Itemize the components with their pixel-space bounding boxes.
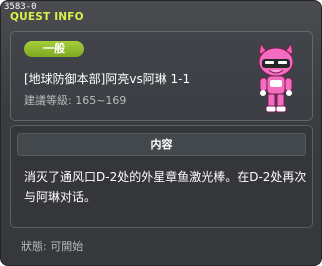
quest-content-panel: 内容 消灭了通风口D-2处的外星章鱼激光棒。在D-2处再次与阿琳对话。 <box>10 125 313 228</box>
quest-info-window: 3583-0 QUEST INFO 一般 [地球防御本部]阿亮vs阿琳 1-1 … <box>0 0 322 266</box>
quest-summary-panel: 一般 [地球防御本部]阿亮vs阿琳 1-1 建議等級: 165~169 <box>10 31 313 121</box>
quest-level-requirement: 建議等級: 165~169 <box>24 94 127 107</box>
quest-name: [地球防御本部]阿亮vs阿琳 1-1 <box>24 72 191 86</box>
pink-masked-hero-npc-icon <box>258 42 294 113</box>
content-section-header: 内容 <box>17 133 306 156</box>
quest-status: 狀態: 可開始 <box>21 240 84 253</box>
content-description: 消灭了通风口D-2处的外星章鱼激光棒。在D-2处再次与阿琳对话。 <box>24 170 307 204</box>
window-title: QUEST INFO <box>10 11 84 23</box>
quest-category-badge: 一般 <box>24 41 84 57</box>
